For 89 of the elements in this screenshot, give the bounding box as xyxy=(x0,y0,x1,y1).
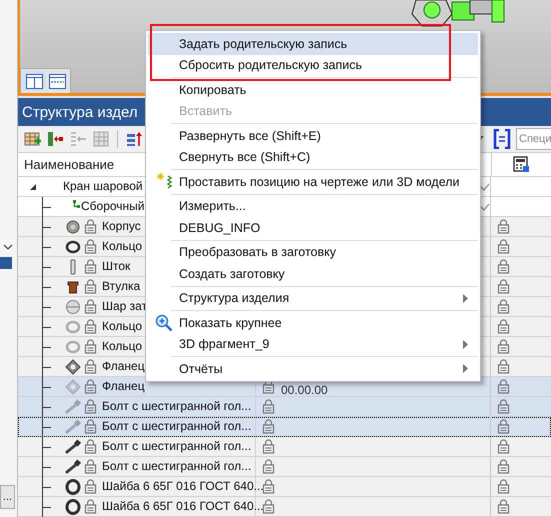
lock-icon xyxy=(497,499,510,514)
lock-icon xyxy=(84,419,97,434)
tree-item-label[interactable]: Фланец xyxy=(102,377,145,396)
lock-icon xyxy=(497,459,510,474)
lock-icon xyxy=(84,399,97,414)
lock-icon xyxy=(262,459,275,474)
lock-icon xyxy=(262,499,275,514)
menu-item[interactable]: Структура изделия xyxy=(148,288,478,309)
brackets-icon[interactable] xyxy=(493,129,511,149)
menu-item[interactable]: Копировать xyxy=(148,79,478,100)
single-view-button[interactable] xyxy=(46,71,68,91)
menu-item[interactable]: Развернуть все (Shift+E) xyxy=(148,125,478,146)
tree-item-label[interactable]: Шайба 6 65Г 016 ГОСТ 640... xyxy=(102,477,264,496)
lock-icon xyxy=(84,239,97,254)
insert-row-button[interactable] xyxy=(45,129,65,149)
tree-item-label[interactable]: Болт с шестигранной гол... xyxy=(102,457,252,476)
zoom-in-icon xyxy=(154,314,172,332)
menu-item[interactable]: Измерить... xyxy=(148,196,478,217)
lock-icon xyxy=(84,279,97,294)
checkmark-icon xyxy=(479,202,490,210)
lock-icon xyxy=(84,499,97,514)
lock-icon xyxy=(497,359,510,374)
lock-icon xyxy=(497,319,510,334)
sort-up-icon xyxy=(126,131,142,147)
more-button[interactable]: ... xyxy=(0,485,15,509)
tree-item-label[interactable]: Кольцо xyxy=(102,317,142,336)
lock-icon xyxy=(497,279,510,294)
insert-row-icon xyxy=(46,131,64,147)
search-field[interactable]: Специ xyxy=(516,128,551,150)
lock-icon xyxy=(497,479,510,494)
lock-icon xyxy=(497,399,510,414)
tree-item-label[interactable]: Кольцо xyxy=(102,337,142,356)
tree-item-label[interactable]: Корпус xyxy=(102,217,141,236)
lock-icon xyxy=(84,459,97,474)
menu-item[interactable]: Задать родительскую запись xyxy=(148,33,478,54)
tree-item-label[interactable]: Болт с шестигранной гол... xyxy=(102,437,252,456)
hierarchy-icon xyxy=(73,200,80,208)
menu-item[interactable]: DEBUG_INFO xyxy=(148,217,478,238)
tree-item-label[interactable]: Шар зат xyxy=(102,297,148,316)
tree-item-label[interactable]: Втулка xyxy=(102,277,140,296)
lock-icon xyxy=(262,419,275,434)
menu-item[interactable]: Отчёты xyxy=(148,358,478,380)
designation-text: 00.00.00 xyxy=(281,384,328,396)
lock-icon xyxy=(84,259,97,274)
remove-row-icon xyxy=(70,131,86,147)
lock-icon xyxy=(84,299,97,314)
menu-item[interactable]: Создать заготовку xyxy=(148,263,478,284)
grid-icon xyxy=(92,131,110,147)
lock-icon xyxy=(84,379,97,394)
menu-item[interactable]: Свернуть все (Shift+C) xyxy=(148,146,478,168)
tree-item-label[interactable]: Шток xyxy=(102,257,130,276)
lock-icon xyxy=(262,479,275,494)
lock-icon xyxy=(497,219,510,234)
lock-icon xyxy=(262,399,275,414)
tree-item-label[interactable]: Кольцо xyxy=(102,237,142,256)
menu-item[interactable]: Преобразовать в заготовку xyxy=(148,242,478,263)
split-view-button[interactable] xyxy=(23,71,45,91)
lock-icon xyxy=(497,259,510,274)
lock-icon xyxy=(84,359,97,374)
tree-item-label[interactable]: Кран шаровой xyxy=(63,177,143,196)
lock-icon xyxy=(497,339,510,354)
menu-item[interactable]: 3D фрагмент_9 xyxy=(148,334,478,355)
checkmark-icon xyxy=(479,182,490,190)
panel-header-bar xyxy=(0,257,12,269)
tree-item-label[interactable]: Шайба 6 65Г 016 ГОСТ 640... xyxy=(102,497,264,516)
split-panes-icon xyxy=(26,74,42,88)
window-icon xyxy=(48,74,66,88)
lock-icon xyxy=(84,339,97,354)
calculator-icon xyxy=(513,156,530,173)
menu-item[interactable]: Показать крупнее xyxy=(148,312,478,334)
panel-title: Структура издел xyxy=(22,104,138,120)
menu-item[interactable]: Сбросить родительскую запись xyxy=(148,54,478,76)
lock-icon xyxy=(262,439,275,454)
lock-icon xyxy=(84,479,97,494)
lock-icon xyxy=(84,439,97,454)
lock-icon xyxy=(497,419,510,434)
lock-icon xyxy=(262,379,275,394)
lock-icon xyxy=(497,379,510,394)
lock-icon xyxy=(497,239,510,254)
expanded-triangle-icon[interactable] xyxy=(29,182,37,190)
tree-item-label[interactable]: Сборочный xyxy=(81,197,145,216)
lock-icon xyxy=(84,319,97,334)
lock-icon xyxy=(497,439,510,454)
tree-item-label[interactable]: Фланец xyxy=(102,357,145,376)
lock-icon xyxy=(497,299,510,314)
lock-icon xyxy=(84,219,97,234)
menu-item[interactable]: Проставить позицию на чертеже или 3D модели xyxy=(148,171,478,192)
add-table-icon xyxy=(24,131,40,147)
chevron-down-icon xyxy=(3,243,13,251)
